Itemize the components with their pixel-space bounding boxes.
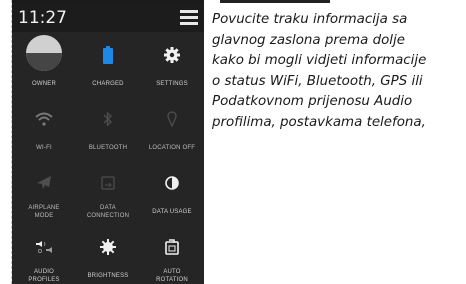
tile-owner[interactable]: OWNER xyxy=(12,32,76,96)
tile-label: SETTINGS xyxy=(156,81,188,87)
tile-label: DATA USAGE xyxy=(152,209,192,215)
tile-data-connection[interactable]: DATA CONNECTION xyxy=(76,160,140,224)
tile-auto-rotation[interactable]: AUTO ROTATION xyxy=(140,224,204,284)
tile-bluetooth[interactable]: BLUETOOTH xyxy=(76,96,140,160)
tile-label: BRIGHTNESS xyxy=(87,273,129,279)
description-line: o status WiFi, Bluetooth, GPS ili xyxy=(212,73,423,89)
tile-label-line2: CONNECTION xyxy=(86,213,130,219)
list-menu-icon[interactable] xyxy=(180,10,198,25)
tile-label: LOCATION OFF xyxy=(148,145,196,151)
avatar-icon xyxy=(26,35,62,71)
data-usage-icon xyxy=(165,176,179,190)
tile-label: OWNER xyxy=(32,81,56,87)
description-line: Povucite traku informacija sa xyxy=(212,12,408,27)
page-margin xyxy=(0,0,12,284)
audio-profiles-icon xyxy=(36,241,52,253)
tile-location[interactable]: LOCATION OFF xyxy=(140,96,204,160)
auto-rotate-icon xyxy=(165,239,179,255)
tile-charged[interactable]: CHARGED xyxy=(76,32,140,96)
description-line: glavnog zaslona prema dolje xyxy=(212,32,405,48)
quick-settings-grid: OWNER CHARGED SETTINGS WI-FI BLUETOOTH L… xyxy=(12,32,204,284)
gear-icon xyxy=(164,47,180,63)
brightness-icon xyxy=(100,239,116,255)
tile-wifi[interactable]: WI-FI xyxy=(12,96,76,160)
description-line: profilima, postavkama telefona, xyxy=(212,114,426,130)
clock: 11:27 xyxy=(18,8,67,28)
data-connection-icon xyxy=(101,176,115,190)
phone-screenshot: 11:27 OWNER CHARGED SETTINGS WI-FI BLUET… xyxy=(12,4,204,284)
tile-audio-profiles[interactable]: AUDIO PROFILES xyxy=(12,224,76,284)
tile-brightness[interactable]: BRIGHTNESS xyxy=(76,224,140,284)
description-text: Povucite traku informacija sa glavnog za… xyxy=(212,10,466,133)
tile-label-line1: AUTO xyxy=(163,269,181,275)
tile-label-line2: MODE xyxy=(34,213,54,219)
status-bar: 11:27 xyxy=(12,4,204,32)
battery-icon xyxy=(103,46,113,64)
tile-label-line1: DATA xyxy=(100,205,116,211)
tile-label: CHARGED xyxy=(92,81,124,87)
wifi-icon xyxy=(35,112,53,126)
tile-label-line2: ROTATION xyxy=(156,277,188,283)
header-strip-right xyxy=(220,0,330,3)
bluetooth-icon xyxy=(103,111,113,127)
tile-settings[interactable]: SETTINGS xyxy=(140,32,204,96)
tile-data-usage[interactable]: DATA USAGE xyxy=(140,160,204,224)
description-line: Podatkovnom prijenosu Audio xyxy=(212,94,413,109)
airplane-icon xyxy=(37,176,51,189)
tile-label-line1: AIRPLANE xyxy=(28,205,60,211)
tile-airplane-mode[interactable]: AIRPLANE MODE xyxy=(12,160,76,224)
tile-label: BLUETOOTH xyxy=(88,145,128,151)
tile-label-line1: AUDIO xyxy=(33,269,54,275)
description-line: kako bi mogli vidjeti informacije xyxy=(212,53,427,68)
tile-label: WI-FI xyxy=(36,145,52,151)
location-icon xyxy=(167,111,177,127)
tile-label-line2: PROFILES xyxy=(28,277,60,283)
